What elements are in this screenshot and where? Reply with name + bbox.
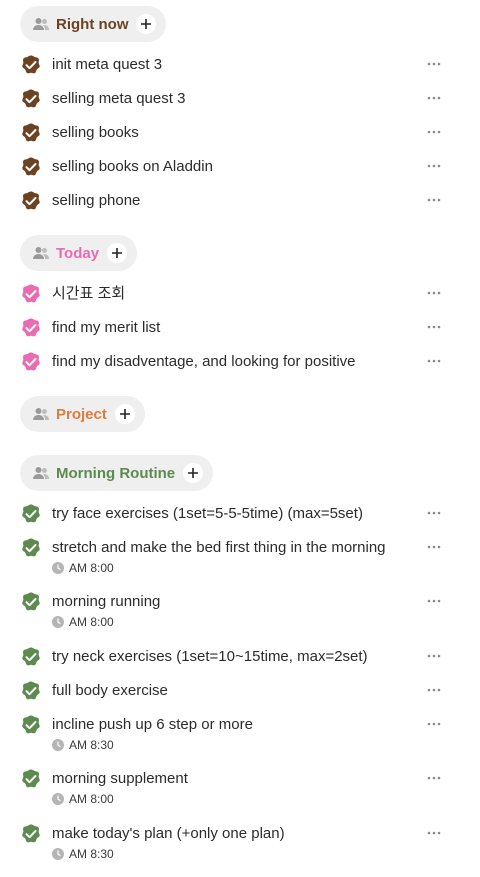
checkbox-checked-icon[interactable] — [20, 317, 42, 339]
task-label: try neck exercises (1set=10~15time, max=… — [52, 648, 368, 665]
section-title: Project — [56, 405, 107, 423]
section-header-morning-routine[interactable]: Morning Routine — [20, 455, 214, 491]
clock-icon — [52, 793, 64, 805]
task-time: AM 8:00 — [52, 561, 114, 575]
task-time: AM 8:30 — [52, 738, 114, 752]
people-icon — [32, 246, 50, 260]
clock-icon — [52, 739, 64, 751]
more-options-icon[interactable] — [426, 647, 442, 658]
more-options-icon[interactable] — [426, 89, 442, 100]
checkbox-checked-icon[interactable] — [20, 823, 42, 845]
task-label: find my disadventage, and looking for po… — [52, 353, 356, 370]
add-task-button[interactable] — [183, 463, 204, 483]
task-time-text: AM 8:00 — [69, 615, 114, 629]
task-time-text: AM 8:30 — [69, 847, 114, 861]
task-label: selling books — [52, 124, 139, 141]
clock-icon — [52, 562, 64, 574]
checkbox-checked-icon[interactable] — [20, 351, 42, 373]
checkbox-checked-icon[interactable] — [20, 156, 42, 178]
checkbox-checked-icon[interactable] — [20, 714, 42, 736]
checkbox-checked-icon[interactable] — [20, 122, 42, 144]
clock-icon — [52, 616, 64, 628]
checkbox-checked-icon[interactable] — [20, 54, 42, 76]
task-time-text: AM 8:30 — [69, 738, 114, 752]
task-label: selling meta quest 3 — [52, 90, 186, 107]
task-time-text: AM 8:00 — [69, 792, 114, 806]
section-title: Today — [56, 244, 100, 262]
checkbox-checked-icon[interactable] — [20, 591, 42, 613]
more-options-icon[interactable] — [426, 538, 442, 549]
more-options-icon[interactable] — [426, 157, 442, 168]
more-options-icon[interactable] — [426, 681, 442, 692]
more-options-icon[interactable] — [426, 715, 442, 726]
clock-icon — [52, 848, 64, 860]
section-title: Morning Routine — [56, 464, 176, 482]
task-time: AM 8:00 — [52, 615, 114, 629]
people-icon — [32, 407, 50, 421]
section-header-today[interactable]: Today — [20, 235, 138, 271]
task-time-text: AM 8:00 — [69, 561, 114, 575]
plus-icon — [119, 409, 130, 419]
plus-icon — [112, 248, 123, 258]
task-time: AM 8:30 — [52, 847, 114, 861]
checkbox-checked-icon[interactable] — [20, 768, 42, 790]
plus-icon — [141, 19, 152, 29]
checkbox-checked-icon[interactable] — [20, 537, 42, 559]
more-options-icon[interactable] — [426, 824, 442, 835]
task-label: selling books on Aladdin — [52, 158, 213, 175]
more-options-icon[interactable] — [426, 318, 442, 329]
checkbox-checked-icon[interactable] — [20, 190, 42, 212]
more-options-icon[interactable] — [426, 352, 442, 363]
task-label: morning running — [52, 593, 161, 610]
task-label: find my merit list — [52, 319, 161, 336]
section-header-right-now[interactable]: Right now — [20, 6, 167, 42]
more-options-icon[interactable] — [426, 504, 442, 515]
more-options-icon[interactable] — [426, 191, 442, 202]
plus-icon — [188, 468, 199, 478]
more-options-icon[interactable] — [426, 55, 442, 66]
task-label: selling phone — [52, 192, 141, 209]
more-options-icon[interactable] — [426, 123, 442, 134]
add-task-button[interactable] — [114, 404, 135, 424]
checkbox-checked-icon[interactable] — [20, 503, 42, 525]
people-icon — [32, 17, 50, 31]
task-label: try face exercises (1set=5-5-5time) (max… — [52, 505, 363, 522]
task-label: full body exercise — [52, 682, 168, 699]
task-time: AM 8:00 — [52, 792, 114, 806]
section-title: Right now — [56, 15, 129, 33]
task-label: make today's plan (+only one plan) — [52, 825, 285, 842]
checkbox-checked-icon[interactable] — [20, 283, 42, 305]
checkbox-checked-icon[interactable] — [20, 680, 42, 702]
task-label: morning supplement — [52, 770, 188, 787]
more-options-icon[interactable] — [426, 769, 442, 780]
more-options-icon[interactable] — [426, 592, 442, 603]
add-task-button[interactable] — [136, 14, 157, 34]
more-options-icon[interactable] — [426, 284, 442, 295]
task-label: init meta quest 3 — [52, 56, 163, 73]
add-task-button[interactable] — [107, 243, 128, 263]
task-label: stretch and make the bed first thing in … — [52, 539, 386, 556]
people-icon — [32, 466, 50, 480]
checkbox-checked-icon[interactable] — [20, 646, 42, 668]
task-label: 시간표 조회 — [52, 285, 126, 302]
section-header-project[interactable]: Project — [20, 396, 145, 432]
checkbox-checked-icon[interactable] — [20, 88, 42, 110]
task-label: incline push up 6 step or more — [52, 716, 253, 733]
